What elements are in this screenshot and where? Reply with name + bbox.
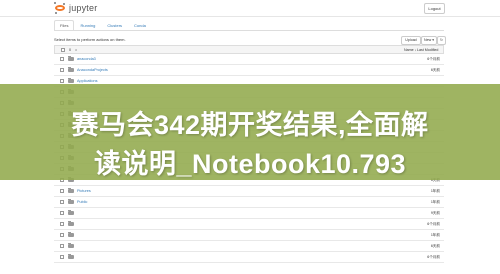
folder-icon xyxy=(68,210,74,215)
tab-files[interactable]: Files xyxy=(54,20,75,30)
selected-count: 0 xyxy=(69,48,71,52)
row-checkbox[interactable] xyxy=(60,68,64,72)
tab-clusters[interactable]: Clusters xyxy=(101,20,128,30)
logout-button[interactable]: Logout xyxy=(424,3,445,14)
selection-hint: Select items to perform actions on them. xyxy=(54,37,126,42)
row-checkbox[interactable] xyxy=(60,57,64,61)
folder-icon xyxy=(68,243,74,248)
banner-title-line1: 赛马会342期开奖结果,全面解 xyxy=(71,110,429,140)
home-icon[interactable]: ⌂ xyxy=(75,48,77,52)
row-checkbox[interactable] xyxy=(60,79,64,83)
last-modified: 6天前 xyxy=(430,244,440,248)
new-button[interactable]: New ▾ xyxy=(421,36,437,45)
file-row[interactable]: 9天前 xyxy=(54,208,444,219)
row-checkbox[interactable] xyxy=(60,244,64,248)
file-row[interactable]: 6个月前 xyxy=(54,252,444,263)
file-row[interactable]: AnacondaProjects 6天前 xyxy=(54,65,444,76)
file-name-link[interactable]: Public xyxy=(77,200,87,204)
file-name-link[interactable]: AnacondaProjects xyxy=(77,68,108,72)
tab-running[interactable]: Running xyxy=(74,20,101,30)
folder-icon xyxy=(68,232,74,237)
last-modified: 6个月前 xyxy=(427,57,440,61)
file-name-link[interactable]: Pictures xyxy=(77,189,91,193)
folder-icon xyxy=(68,199,74,204)
file-name-link[interactable]: Applications xyxy=(77,79,97,83)
row-checkbox[interactable] xyxy=(60,255,64,259)
folder-icon xyxy=(68,78,74,83)
last-modified: 1年前 xyxy=(430,233,440,237)
banner-title-line2: 读说明_Notebook10.793 xyxy=(93,149,407,179)
row-checkbox[interactable] xyxy=(60,189,64,193)
file-list-header: 0 ⌂ Name ↓ Last Modified xyxy=(54,45,444,54)
file-row[interactable]: 6个月前 xyxy=(54,219,444,230)
folder-icon xyxy=(68,56,74,61)
header-bar: jupyter Logout xyxy=(0,0,500,17)
logo-text: jupyter xyxy=(69,3,98,13)
row-checkbox[interactable] xyxy=(60,211,64,215)
row-checkbox[interactable] xyxy=(60,222,64,226)
last-modified: 9天前 xyxy=(430,211,440,215)
jupyter-logo-icon xyxy=(54,2,66,14)
upload-button[interactable]: Upload xyxy=(401,36,421,45)
tab-conda[interactable]: Conda xyxy=(128,20,152,30)
sort-name-button[interactable]: Name ↓ xyxy=(404,48,416,52)
refresh-button[interactable]: ↻ xyxy=(437,36,446,45)
file-name-link[interactable]: anaconda3 xyxy=(77,57,96,61)
file-row[interactable]: anaconda3 6个月前 xyxy=(54,54,444,65)
file-row[interactable]: 1年前 xyxy=(54,230,444,241)
last-modified: 1年前 xyxy=(430,189,440,193)
tab-divider xyxy=(54,30,444,31)
last-modified: 1年前 xyxy=(430,200,440,204)
folder-icon xyxy=(68,188,74,193)
file-row[interactable]: Pictures 1年前 xyxy=(54,186,444,197)
jupyter-logo[interactable]: jupyter xyxy=(54,2,97,14)
file-row[interactable]: 6天前 xyxy=(54,241,444,252)
tab-bar: Files Running Clusters Conda xyxy=(54,20,152,30)
folder-icon xyxy=(68,254,74,259)
last-modified: 6个月前 xyxy=(427,222,440,226)
sort-modified-button[interactable]: Last Modified xyxy=(417,48,438,52)
select-all-checkbox[interactable] xyxy=(61,48,65,52)
row-checkbox[interactable] xyxy=(60,233,64,237)
file-row[interactable]: Public 1年前 xyxy=(54,197,444,208)
folder-icon xyxy=(68,221,74,226)
last-modified: 6天前 xyxy=(430,68,440,72)
row-checkbox[interactable] xyxy=(60,200,64,204)
last-modified: 6个月前 xyxy=(427,255,440,259)
folder-icon xyxy=(68,67,74,72)
